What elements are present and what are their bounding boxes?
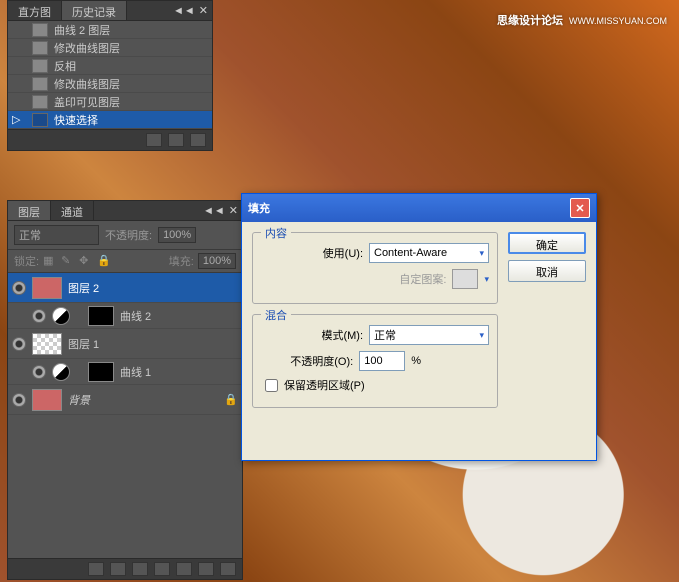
layer-name[interactable]: 曲线 2 [120,308,151,324]
layer-name[interactable]: 背景 [68,392,90,408]
trash-icon[interactable] [190,133,206,147]
layer-name[interactable]: 图层 2 [68,280,99,296]
layers-tabs: 图层 通道 ◄◄ ✕ [8,201,242,221]
fill-dialog: 填充 ✕ 内容 使用(U): Content-Aware▾ 自定图案: ▾ 混合… [241,193,597,461]
mode-label: 模式(M): [293,327,363,343]
preserve-label: 保留透明区域(P) [284,377,365,393]
history-step-icon [32,59,48,73]
blend-mode-select[interactable]: 正常 [14,225,99,245]
layer-thumbnail[interactable] [32,277,62,299]
layer-item[interactable]: 曲线 2 [8,303,242,329]
layer-name[interactable]: 图层 1 [68,336,99,352]
visibility-icon[interactable] [32,309,46,323]
layer-item[interactable]: 图层 1 [8,329,242,359]
adjustment-new-icon[interactable] [154,562,170,576]
pattern-label: 自定图案: [376,271,446,287]
snapshot-icon[interactable] [146,133,162,147]
adjustment-icon[interactable] [52,307,70,325]
fx-icon[interactable] [110,562,126,576]
opacity-label: 不透明度: [105,227,152,243]
panel-close-icon[interactable]: ✕ [199,4,208,17]
adjustment-icon[interactable] [52,363,70,381]
content-legend: 内容 [261,225,291,241]
pattern-picker [452,269,478,289]
panel-collapse-icon[interactable]: ◄◄ [203,205,225,217]
history-step-icon [32,23,48,37]
dialog-titlebar[interactable]: 填充 ✕ [242,194,596,222]
opacity-unit: % [411,355,421,367]
content-fieldset: 内容 使用(U): Content-Aware▾ 自定图案: ▾ [252,232,498,304]
watermark: 思缘设计论坛WWW.MISSYUAN.COM [497,12,667,28]
lock-position-icon[interactable]: ✥ [79,254,93,268]
link-icon[interactable] [88,562,104,576]
history-item[interactable]: 修改曲线图层 [8,39,212,57]
dialog-title: 填充 [248,200,270,216]
history-panel: 直方图 历史记录 ◄◄ ✕ 曲线 2 图层 修改曲线图层 反相 修改曲线图层 盖… [7,0,213,151]
panel-close-icon[interactable]: ✕ [229,204,238,217]
use-select[interactable]: Content-Aware▾ [369,243,489,263]
blend-fieldset: 混合 模式(M): 正常▾ 不透明度(O): % 保留透明区域(P) [252,314,498,408]
chevron-down-icon: ▾ [484,274,489,285]
lock-icon: 🔒 [224,393,238,406]
layer-mask[interactable] [88,306,114,326]
layer-item[interactable]: 背景 🔒 [8,385,242,415]
lock-row: 锁定: ▦ ✎ ✥ 🔒 填充: 100% [8,250,242,273]
opacity-label: 不透明度(O): [283,353,353,369]
history-footer [8,129,212,150]
trash-icon[interactable] [220,562,236,576]
cancel-button[interactable]: 取消 [508,260,586,282]
history-item[interactable]: 修改曲线图层 [8,75,212,93]
ok-button[interactable]: 确定 [508,232,586,254]
tab-layers[interactable]: 图层 [8,201,51,220]
history-item[interactable]: 反相 [8,57,212,75]
layer-thumbnail[interactable] [32,389,62,411]
layer-thumbnail[interactable] [32,333,62,355]
lock-all-icon[interactable]: 🔒 [97,254,111,268]
mask-icon[interactable] [132,562,148,576]
panel-collapse-icon[interactable]: ◄◄ [173,5,195,17]
layer-list: 图层 2 曲线 2 图层 1 曲线 1 背景 🔒 [8,273,242,415]
visibility-icon[interactable] [12,281,26,295]
new-state-icon[interactable] [168,133,184,147]
layer-name[interactable]: 曲线 1 [120,364,151,380]
history-step-icon [32,41,48,55]
mode-select[interactable]: 正常▾ [369,325,489,345]
close-icon[interactable]: ✕ [570,198,590,218]
layers-panel: 图层 通道 ◄◄ ✕ 正常 不透明度: 100% 锁定: ▦ ✎ ✥ 🔒 填充:… [7,200,243,580]
history-tabs: 直方图 历史记录 ◄◄ ✕ [8,1,212,21]
preserve-transparency-checkbox[interactable] [265,379,278,392]
fill-input[interactable]: 100% [198,253,236,269]
visibility-icon[interactable] [32,365,46,379]
opacity-input[interactable] [359,351,405,371]
new-layer-icon[interactable] [198,562,214,576]
lock-label: 锁定: [14,253,39,269]
tab-channels[interactable]: 通道 [51,201,94,220]
quick-select-icon [32,113,48,127]
lock-paint-icon[interactable]: ✎ [61,254,75,268]
history-item-selected[interactable]: ▷快速选择 [8,111,212,129]
group-icon[interactable] [176,562,192,576]
history-item[interactable]: 曲线 2 图层 [8,21,212,39]
history-step-icon [32,95,48,109]
blend-legend: 混合 [261,307,291,323]
layer-item[interactable]: 曲线 1 [8,359,242,385]
tab-history[interactable]: 历史记录 [62,1,127,20]
history-step-icon [32,77,48,91]
layer-mask[interactable] [88,362,114,382]
tab-histogram[interactable]: 直方图 [8,1,62,20]
layer-options-row: 正常 不透明度: 100% [8,221,242,250]
chevron-down-icon: ▾ [479,330,484,341]
visibility-icon[interactable] [12,337,26,351]
visibility-icon[interactable] [12,393,26,407]
history-item[interactable]: 盖印可见图层 [8,93,212,111]
chevron-down-icon: ▾ [479,248,484,259]
fill-label: 填充: [169,253,194,269]
history-list: 曲线 2 图层 修改曲线图层 反相 修改曲线图层 盖印可见图层 ▷快速选择 [8,21,212,129]
layers-footer [8,558,242,579]
use-label: 使用(U): [293,245,363,261]
opacity-input[interactable]: 100% [158,227,196,243]
lock-transparent-icon[interactable]: ▦ [43,254,57,268]
layer-item-selected[interactable]: 图层 2 [8,273,242,303]
